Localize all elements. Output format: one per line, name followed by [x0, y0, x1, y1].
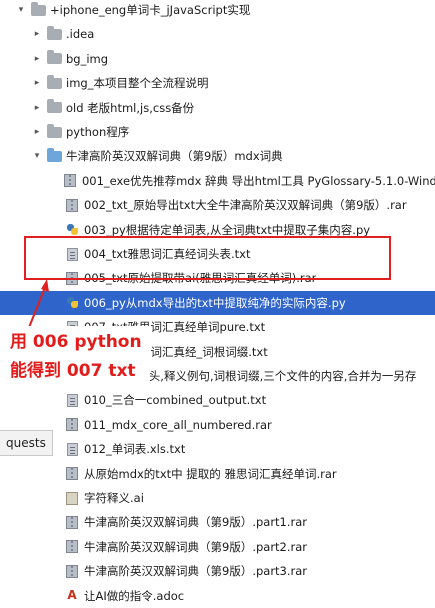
chevron-down-icon[interactable]: ▾ [32, 151, 42, 161]
folder-icon [46, 123, 62, 139]
ai-file-icon [64, 491, 80, 505]
tree-item[interactable]: ▾ +iphone_eng单词卡_jJavaScript实现 [0, 0, 435, 22]
tree-item[interactable]: ▸ old 老版html,js,css备份 [0, 96, 435, 120]
tree-item-label: img_本项目整个全流程说明 [66, 76, 209, 91]
tree-item-label: +iphone_eng单词卡_jJavaScript实现 [50, 3, 251, 17]
tree-item[interactable]: 011_mdx_core_all_numbered.rar [0, 413, 435, 437]
annotation-callout: 用 006 python 能得到 007 txt [6, 326, 150, 388]
folder-icon [46, 99, 62, 115]
requests-tab-label: quests [6, 436, 46, 450]
tree-item-label: 002_txt_原始导出txt大全牛津高阶英汉双解词典（第9版）.rar [84, 198, 407, 213]
rar-file-icon [62, 174, 78, 188]
tree-item-label: 006_py从mdx导出的txt中提取纯净的实际内容.py [84, 295, 346, 310]
folder-icon [46, 147, 62, 163]
tree-item-label: 010_三合一combined_output.txt [84, 393, 267, 408]
tree-item[interactable]: 牛津高阶英汉双解词典（第9版）.part2.rar [0, 535, 435, 559]
folder-icon [30, 1, 46, 17]
tree-item[interactable]: 010_三合一combined_output.txt [0, 388, 435, 412]
tree-item-label: bg_img [66, 51, 109, 66]
tree-item-label: 从原始mdx的txt中 提取的 雅思词汇真经单词.rar [84, 466, 337, 481]
tree-item-label: python程序 [66, 125, 130, 139]
adoc-file-icon: A [67, 588, 77, 603]
tree-item[interactable]: 牛津高阶英汉双解词典（第9版）.part1.rar [0, 510, 435, 534]
folder-icon [46, 50, 62, 66]
tree-item-label: 牛津高阶英汉双解词典（第9版）.part1.rar [84, 515, 308, 530]
chevron-right-icon[interactable]: ▸ [32, 54, 42, 64]
tree-item-label: 牛津高阶英汉双解词典（第9版）.part2.rar [84, 539, 308, 554]
tree-item-label: 牛津高阶英汉双解词典（第9版）mdx词典 [66, 149, 283, 164]
tree-item[interactable]: 001_exe优先推荐mdx 辞典 导出html工具 PyGlossary-5.… [0, 169, 435, 193]
chevron-right-icon[interactable]: ▸ [32, 78, 42, 88]
tree-item[interactable]: 从原始mdx的txt中 提取的 雅思词汇真经单词.rar [0, 462, 435, 486]
chevron-right-icon[interactable]: ▸ [32, 127, 42, 137]
tree-item[interactable]: 012_单词表.xls.txt [0, 437, 435, 461]
folder-icon [46, 25, 62, 41]
tree-item-label: old 老版html,js,css备份 [66, 100, 195, 115]
tree-item-label: 字符释义.ai [84, 491, 144, 505]
python-file-icon [64, 296, 80, 310]
tree-item-label: 牛津高阶英汉双解词典（第9版）.part3.rar [84, 564, 308, 579]
tree-item[interactable]: ▸ .idea [0, 22, 435, 46]
rar-file-icon [64, 467, 80, 481]
tree-item-label: .idea [66, 27, 95, 42]
tree-item[interactable]: 字符释义.ai [0, 486, 435, 510]
chevron-down-icon[interactable]: ▾ [16, 5, 26, 15]
tree-item[interactable]: 006_py从mdx导出的txt中提取纯净的实际内容.py [0, 290, 435, 315]
tree-item-label: 012_单词表.xls.txt [84, 442, 186, 457]
text-file-icon [64, 393, 80, 407]
tree-item[interactable]: 牛津高阶英汉双解词典（第9版）.part3.rar [0, 559, 435, 583]
chevron-right-icon[interactable]: ▸ [32, 29, 42, 39]
chevron-right-icon[interactable]: ▸ [32, 103, 42, 113]
rar-file-icon [64, 418, 80, 432]
rar-file-icon [64, 564, 80, 578]
annotation-line-2: 能得到 007 txt [10, 361, 136, 381]
tree-item-label: 001_exe优先推荐mdx 辞典 导出html工具 PyGlossary-5.… [81, 173, 435, 188]
text-file-icon [64, 442, 80, 456]
tree-item[interactable]: A 让AI做的指令.adoc [0, 584, 435, 608]
tree-item[interactable]: ▸ bg_img [0, 47, 435, 71]
folder-icon [46, 74, 62, 90]
tree-item-label: 011_mdx_core_all_numbered.rar [84, 417, 272, 432]
annotation-line-1: 用 006 python [10, 332, 142, 352]
tree-item[interactable]: ▾ 牛津高阶英汉双解词典（第9版）mdx词典 [0, 144, 435, 168]
python-file-icon [64, 223, 80, 237]
tree-item[interactable]: 002_txt_原始导出txt大全牛津高阶英汉双解词典（第9版）.rar [0, 193, 435, 217]
tree-item-label: 让AI做的指令.adoc [84, 588, 185, 603]
rar-file-icon [64, 515, 80, 529]
requests-tab[interactable]: quests [0, 430, 53, 456]
highlight-box [24, 236, 391, 280]
rar-file-icon [64, 198, 80, 212]
tree-item[interactable]: ▸ img_本项目整个全流程说明 [0, 71, 435, 95]
tree-item[interactable]: ▸ python程序 [0, 120, 435, 144]
rar-file-icon [64, 540, 80, 554]
